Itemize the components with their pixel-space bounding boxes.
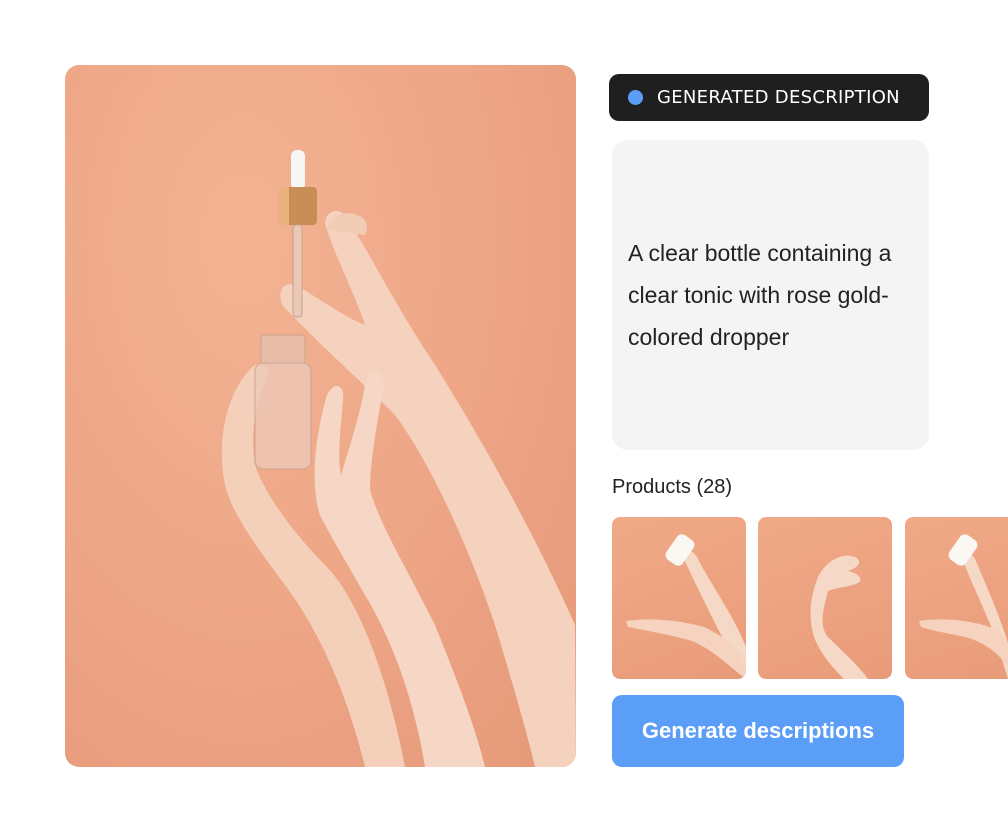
description-card: A clear bottle containing a clear tonic … [612, 140, 929, 450]
hero-product-image [65, 65, 576, 767]
product-thumbnail-2[interactable] [758, 517, 892, 679]
status-dot-icon [628, 90, 643, 105]
product-thumbnail-3[interactable] [905, 517, 1008, 679]
generated-description-badge: GENERATED DESCRIPTION [609, 74, 929, 121]
description-text: A clear bottle containing a clear tonic … [628, 240, 892, 350]
product-thumbnail-1[interactable] [612, 517, 746, 679]
badge-label: GENERATED DESCRIPTION [657, 87, 900, 108]
generate-descriptions-button[interactable]: Generate descriptions [612, 695, 904, 767]
products-count-label: Products (28) [612, 476, 733, 498]
